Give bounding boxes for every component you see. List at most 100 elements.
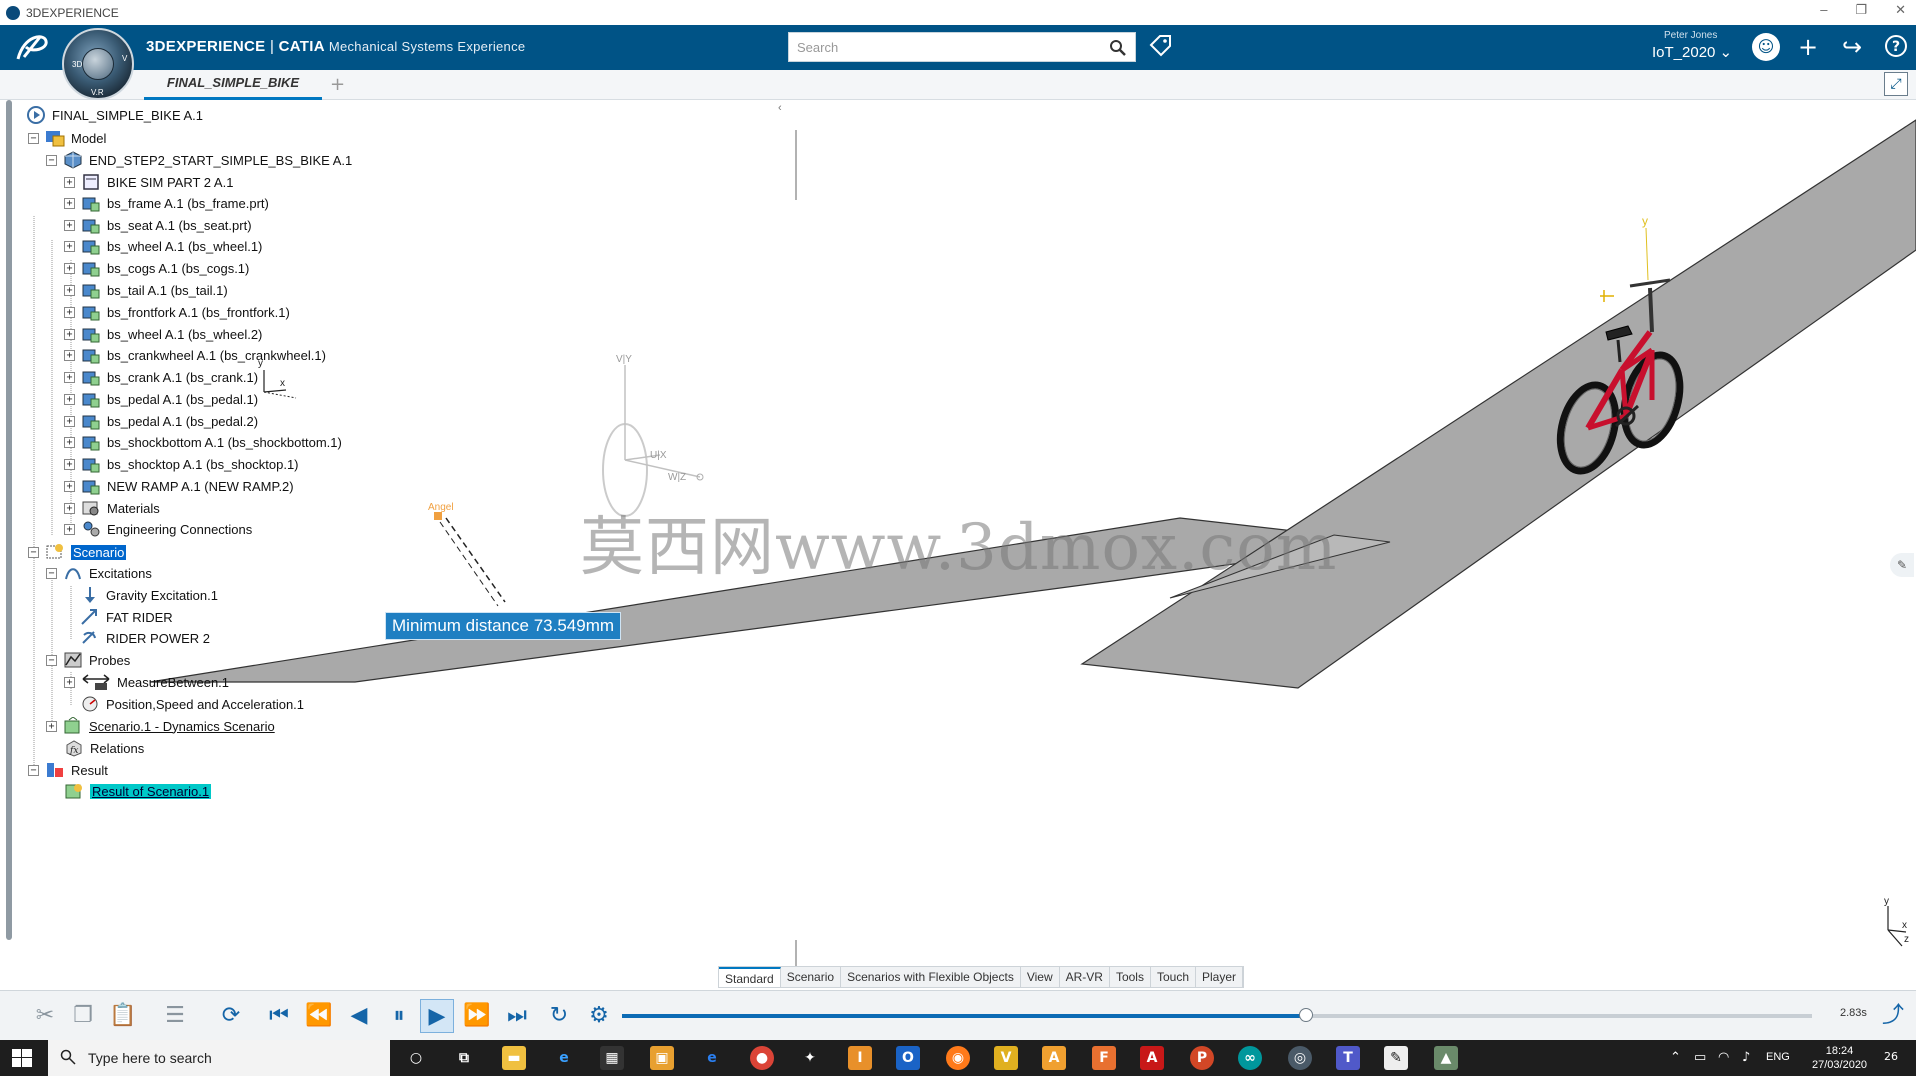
tree-item-probes[interactable]: − Probes bbox=[46, 649, 130, 671]
expand-toggle[interactable]: + bbox=[64, 306, 75, 318]
collapse-toggle[interactable]: − bbox=[46, 154, 57, 166]
volume-icon[interactable]: ♪ bbox=[1742, 1050, 1750, 1065]
store-icon[interactable]: ▦ bbox=[600, 1046, 624, 1070]
user-avatar[interactable]: ☺ bbox=[1752, 33, 1780, 61]
tab-ar-vr[interactable]: AR-VR bbox=[1060, 967, 1110, 987]
tree-item-part[interactable]: + bs_shocktop A.1 (bs_shocktop.1) bbox=[64, 453, 299, 475]
tag-icon[interactable] bbox=[1148, 33, 1174, 59]
tree-item-result-of-scenario[interactable]: Result of Scenario.1 bbox=[64, 780, 212, 802]
tree-item-part[interactable]: + bs_wheel A.1 (bs_wheel.2) bbox=[64, 323, 262, 345]
play-forward-icon[interactable]: ▶ bbox=[420, 999, 454, 1033]
tree-item-engineering-connections[interactable]: + Engineering Connections bbox=[64, 518, 252, 540]
expand-toggle[interactable]: + bbox=[64, 523, 75, 535]
expand-toggle[interactable]: + bbox=[64, 676, 75, 688]
powerpoint-icon[interactable]: P bbox=[1190, 1046, 1214, 1070]
timeline-slider-handle[interactable] bbox=[1299, 1008, 1314, 1022]
a-app-icon[interactable]: A bbox=[1042, 1046, 1066, 1070]
pause-icon[interactable]: ⏸ bbox=[382, 999, 416, 1033]
edge-icon[interactable]: e bbox=[552, 1046, 576, 1070]
expand-toggle[interactable]: + bbox=[64, 262, 75, 274]
collapse-toggle[interactable]: − bbox=[46, 654, 57, 666]
steam-icon[interactable]: ◎ bbox=[1288, 1046, 1312, 1070]
tree-root[interactable]: FINAL_SIMPLE_BIKE A.1 bbox=[26, 104, 203, 126]
player-settings-gear-icon[interactable]: ⚙ bbox=[582, 999, 616, 1033]
tree-item-result[interactable]: − Result bbox=[28, 759, 108, 781]
restore-button[interactable]: ❐ bbox=[1855, 2, 1867, 18]
clock[interactable]: 18:24 27/03/2020 bbox=[1812, 1044, 1867, 1072]
play-backward-icon[interactable]: ◀ bbox=[342, 999, 376, 1033]
tab-scenario[interactable]: Scenario bbox=[781, 967, 842, 987]
comment-icon[interactable]: ✎ bbox=[1890, 553, 1914, 577]
tree-item-position-speed[interactable]: Position,Speed and Acceleration.1 bbox=[80, 693, 304, 715]
chrome-icon[interactable]: ● bbox=[750, 1046, 774, 1070]
tree-item-fat-rider[interactable]: FAT RIDER bbox=[80, 606, 173, 628]
tree-item-part[interactable]: + bs_tail A.1 (bs_tail.1) bbox=[64, 279, 228, 301]
expand-toggle[interactable]: + bbox=[64, 458, 75, 470]
dassault-logo-icon[interactable] bbox=[14, 31, 50, 63]
tab-view[interactable]: View bbox=[1021, 967, 1060, 987]
tree-item-part[interactable]: + bs_frame A.1 (bs_frame.prt) bbox=[64, 192, 269, 214]
outlook-icon[interactable]: O bbox=[896, 1046, 920, 1070]
ramp-upper-surface[interactable] bbox=[1080, 119, 1916, 689]
minimize-button[interactable]: – bbox=[1820, 2, 1827, 18]
tab-touch[interactable]: Touch bbox=[1151, 967, 1196, 987]
tree-item-model[interactable]: − Model bbox=[28, 127, 106, 149]
expand-toggle[interactable]: + bbox=[64, 219, 75, 231]
paste-icon[interactable]: 📋 bbox=[106, 999, 140, 1033]
tab-tools[interactable]: Tools bbox=[1110, 967, 1151, 987]
expand-toggle[interactable]: + bbox=[46, 720, 57, 732]
wifi-icon[interactable]: ◠ bbox=[1718, 1050, 1729, 1065]
notepad-icon[interactable]: ✎ bbox=[1384, 1046, 1408, 1070]
player-timeline[interactable] bbox=[622, 1008, 1812, 1022]
search-input[interactable] bbox=[789, 33, 1099, 61]
tree-item-excitations[interactable]: − Excitations bbox=[46, 562, 152, 584]
update-icon[interactable]: ⟳ bbox=[214, 999, 248, 1033]
tree-item-rider-power[interactable]: RIDER POWER 2 bbox=[80, 627, 210, 649]
step-back-icon[interactable]: ⏪ bbox=[302, 999, 336, 1033]
solidworks-icon[interactable]: ✦ bbox=[798, 1046, 822, 1070]
expand-toggle[interactable]: + bbox=[64, 176, 75, 188]
expand-toggle[interactable]: + bbox=[64, 480, 75, 492]
collapse-toggle[interactable]: − bbox=[28, 764, 39, 776]
tab-standard[interactable]: Standard bbox=[719, 967, 781, 987]
acrobat-icon[interactable]: A bbox=[1140, 1046, 1164, 1070]
inventor-icon[interactable]: I bbox=[848, 1046, 872, 1070]
tree-item-gravity[interactable]: Gravity Excitation.1 bbox=[80, 584, 218, 606]
step-forward-icon[interactable]: ⏩ bbox=[460, 999, 494, 1033]
tree-item-part[interactable]: + bs_frontfork A.1 (bs_frontfork.1) bbox=[64, 301, 290, 323]
tree-item-part[interactable]: + bs_cogs A.1 (bs_cogs.1) bbox=[64, 257, 249, 279]
tree-item-part[interactable]: + bs_crankwheel A.1 (bs_crankwheel.1) bbox=[64, 344, 326, 366]
loop-icon[interactable]: ↻ bbox=[542, 999, 576, 1033]
help-icon[interactable]: ? bbox=[1882, 33, 1910, 61]
tree-item-relations[interactable]: fx Relations bbox=[64, 737, 144, 759]
expand-toggle[interactable]: + bbox=[64, 371, 75, 383]
compass-widget[interactable]: 3D V V.R bbox=[62, 28, 134, 100]
internet-explorer-icon[interactable]: e bbox=[700, 1046, 724, 1070]
tab-flexible-objects[interactable]: Scenarios with Flexible Objects bbox=[841, 967, 1021, 987]
collapse-toggle[interactable]: − bbox=[28, 132, 39, 144]
tab-final-simple-bike[interactable]: FINAL_SIMPLE_BIKE bbox=[144, 70, 322, 100]
3d-viewport[interactable]: Angel V|Y U|X W|Z y x y y x z 莫西网www.3dm… bbox=[0, 100, 1916, 990]
add-tab-button[interactable]: + bbox=[330, 74, 345, 95]
jump-to-end-icon[interactable]: ⏭ bbox=[500, 999, 534, 1033]
expand-toggle[interactable]: + bbox=[64, 328, 75, 340]
f-app-icon[interactable]: F bbox=[1092, 1046, 1116, 1070]
tree-item-dynamics-scenario[interactable]: + Scenario.1 - Dynamics Scenario bbox=[46, 715, 275, 737]
tree-item-part[interactable]: + bs_shockbottom A.1 (bs_shockbottom.1) bbox=[64, 431, 342, 453]
cut-icon[interactable]: ✂ bbox=[28, 999, 62, 1033]
tray-chevron-icon[interactable]: ⌃ bbox=[1670, 1050, 1681, 1065]
taskbar-search[interactable]: Type here to search bbox=[48, 1040, 390, 1076]
file-explorer-icon[interactable]: ▬ bbox=[502, 1046, 526, 1070]
expand-toggle[interactable]: + bbox=[64, 415, 75, 427]
battery-icon[interactable]: ▭ bbox=[1694, 1050, 1706, 1065]
expand-toggle[interactable]: + bbox=[64, 197, 75, 209]
3dexperience-taskbar-icon[interactable]: ▲ bbox=[1434, 1046, 1458, 1070]
tree-item-measure-between[interactable]: + MeasureBetween.1 bbox=[64, 671, 229, 693]
tree-item-part[interactable]: + NEW RAMP A.1 (NEW RAMP.2) bbox=[64, 475, 294, 497]
teams-icon[interactable]: T bbox=[1336, 1046, 1360, 1070]
collaborative-space-selector[interactable]: IoT_2020 ⌄ bbox=[1652, 43, 1732, 61]
notifications-badge[interactable]: 26 bbox=[1884, 1050, 1898, 1063]
tree-item-part[interactable]: + bs_pedal A.1 (bs_pedal.1) bbox=[64, 388, 258, 410]
search-box[interactable] bbox=[788, 32, 1136, 62]
language-indicator[interactable]: ENG bbox=[1766, 1051, 1790, 1063]
